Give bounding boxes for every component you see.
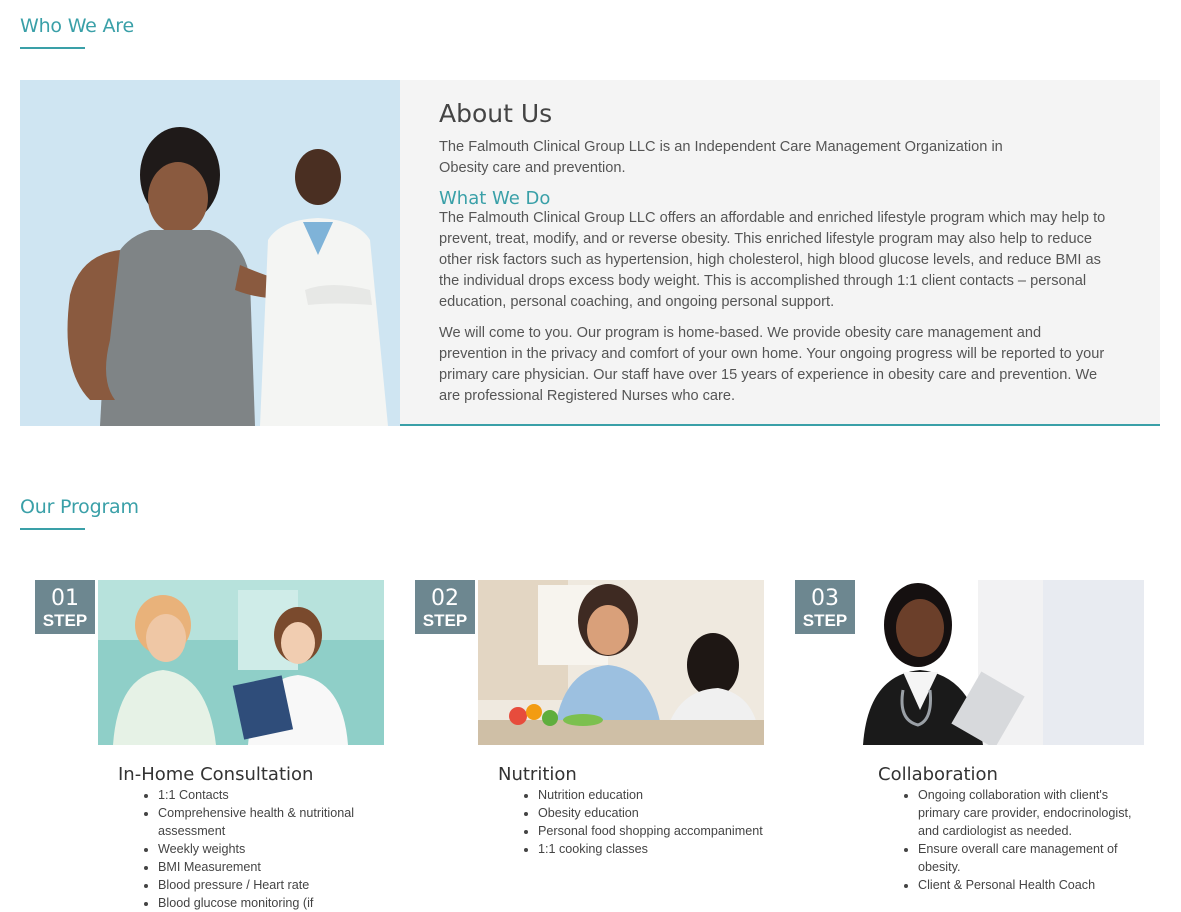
list-item: Ensure overall care management of obesit…: [918, 840, 1148, 876]
who-we-are-title: Who We Are: [20, 15, 134, 37]
about-panel: About Us The Falmouth Clinical Group LLC…: [400, 80, 1160, 426]
card-list: Ongoing collaboration with client's prim…: [898, 786, 1148, 894]
home-based-paragraph: We will come to you. Our program is home…: [439, 325, 1105, 404]
program-card-collaboration: 03 STEP Collaboration Ongoing collaborat…: [795, 580, 1145, 912]
step-badge: 03 STEP: [795, 580, 855, 634]
card-list: 1:1 Contacts Comprehensive health & nutr…: [138, 786, 388, 912]
card-title: Collaboration: [878, 764, 998, 785]
woman-and-doctor-illustration: [20, 80, 400, 426]
what-we-do-paragraph: The Falmouth Clinical Group LLC offers a…: [439, 210, 1106, 310]
step-badge: 02 STEP: [415, 580, 475, 634]
about-section: About Us The Falmouth Clinical Group LLC…: [20, 80, 1160, 426]
program-card-nutrition: 02 STEP Nutrition Nutrition education Ob…: [415, 580, 765, 912]
list-item: Obesity education: [538, 804, 768, 822]
list-item: Personal food shopping accompaniment: [538, 822, 768, 840]
step-label: STEP: [42, 611, 88, 630]
about-intro: The Falmouth Clinical Group LLC is an In…: [439, 139, 1003, 176]
program-card-consultation: 01 STEP In-Home Consultation 1:1 Contact…: [35, 580, 385, 912]
step-badge: 01 STEP: [35, 580, 95, 634]
list-item: Comprehensive health & nutritional asses…: [158, 804, 388, 840]
about-heading: About Us: [439, 99, 553, 128]
list-item: Client & Personal Health Coach: [918, 876, 1148, 894]
step-number: 02: [431, 586, 459, 611]
list-item: Weekly weights: [158, 840, 388, 858]
collaboration-photo: [858, 580, 1144, 745]
step-number: 01: [51, 586, 79, 611]
card-title: In-Home Consultation: [118, 764, 314, 785]
what-we-do-heading: What We Do: [439, 188, 551, 209]
list-item: Blood glucose monitoring (if: [158, 894, 388, 912]
card-title: Nutrition: [498, 764, 577, 785]
who-we-are-rule: [20, 47, 85, 49]
step-label: STEP: [422, 611, 468, 630]
our-program-rule: [20, 528, 85, 530]
nutrition-photo: [478, 580, 764, 745]
card-list: Nutrition education Obesity education Pe…: [518, 786, 768, 858]
list-item: Nutrition education: [538, 786, 768, 804]
list-item: 1:1 Contacts: [158, 786, 388, 804]
step-number: 03: [811, 586, 839, 611]
list-item: BMI Measurement: [158, 858, 388, 876]
our-program-title: Our Program: [20, 496, 139, 518]
consultation-photo: [98, 580, 384, 745]
list-item: Blood pressure / Heart rate: [158, 876, 388, 894]
list-item: Ongoing collaboration with client's prim…: [918, 786, 1148, 840]
step-label: STEP: [802, 611, 848, 630]
about-photo: [20, 80, 400, 426]
list-item: 1:1 cooking classes: [538, 840, 768, 858]
